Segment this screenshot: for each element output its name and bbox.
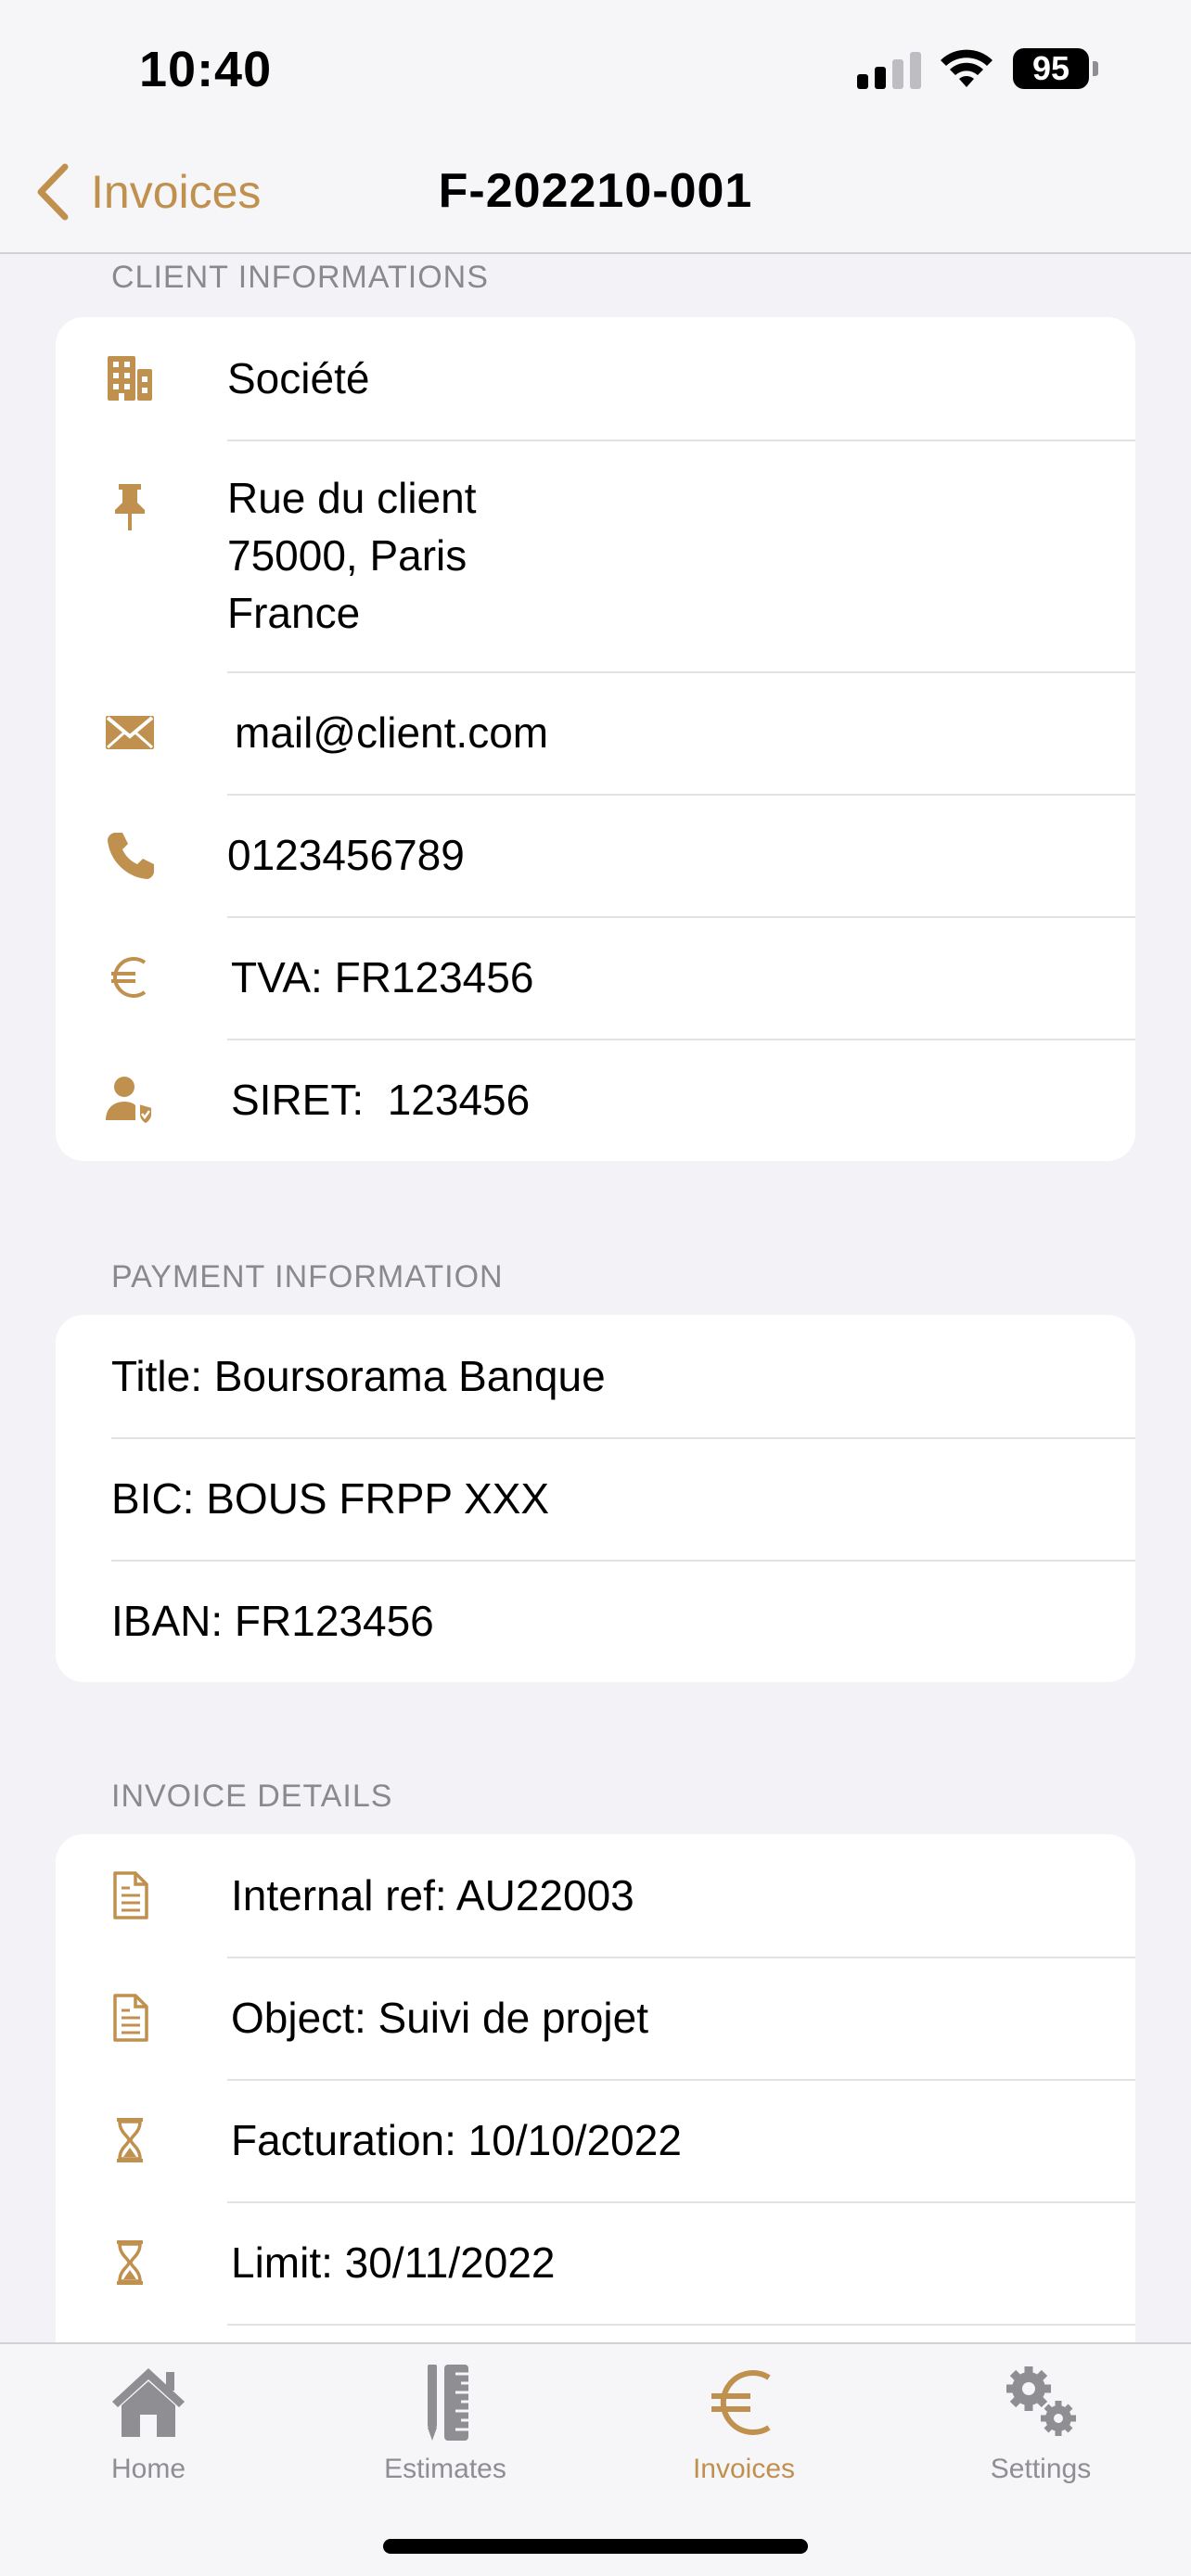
hourglass-icon [100, 2111, 160, 2170]
top-bar: 10:40 95 Invoices F-202210-001 [0, 0, 1191, 254]
tab-estimates[interactable]: Estimates [297, 2361, 594, 2485]
tab-settings-label: Settings [990, 2454, 1092, 2484]
house-icon [112, 2368, 185, 2437]
details-object: Object: Suivi de projet [231, 1994, 649, 2042]
document-icon [100, 1866, 160, 1925]
client-email-row[interactable]: mail@client.com [56, 671, 1135, 794]
payment-title: Title: Boursorama Banque [111, 1352, 606, 1400]
invoice-details-card: Internal ref: AU22003 Object: Suivi de p… [56, 1834, 1135, 2391]
document-icon [100, 1988, 160, 2047]
cellular-signal-icon [857, 46, 921, 89]
pin-icon [100, 477, 160, 536]
euro-icon [100, 948, 160, 1007]
battery-tip [1093, 61, 1098, 76]
details-facturation-row[interactable]: Facturation: 10/10/2022 [56, 2079, 1135, 2201]
tab-invoices[interactable]: Invoices [596, 2361, 892, 2485]
gears-icon [1006, 2366, 1076, 2436]
building-icon [100, 349, 160, 408]
details-facturation: Facturation: 10/10/2022 [231, 2116, 682, 2164]
payment-section-header: PAYMENT INFORMATION [111, 1259, 504, 1294]
ruler-pencil-icon [428, 2365, 468, 2441]
client-info-card: Société Rue du client 75000, Paris Franc… [56, 317, 1135, 1161]
phone-icon [100, 825, 160, 885]
client-phone: 0123456789 [227, 831, 465, 879]
payment-bic: BIC: BOUS FRPP XXX [111, 1474, 550, 1523]
client-siret-row[interactable]: SIRET: 123456 [56, 1039, 1135, 1161]
details-section-header: INVOICE DETAILS [111, 1779, 393, 1814]
client-company-row[interactable]: Société [56, 317, 1135, 440]
client-address-line2: 75000, Paris [227, 531, 467, 580]
client-address: Rue du client 75000, Paris France [227, 469, 477, 642]
euro-icon [711, 2370, 771, 2435]
details-limit: Limit: 30/11/2022 [231, 2238, 556, 2287]
tab-home[interactable]: Home [0, 2361, 297, 2485]
details-internal-ref: Internal ref: AU22003 [231, 1871, 634, 1919]
tab-invoices-label: Invoices [692, 2454, 796, 2484]
client-address-row[interactable]: Rue du client 75000, Paris France [56, 440, 1135, 671]
client-email: mail@client.com [235, 708, 549, 757]
battery-indicator: 95 [1013, 48, 1089, 89]
wifi-icon [941, 49, 992, 87]
client-address-line3: France [227, 589, 361, 637]
payment-iban-row[interactable]: IBAN: FR123456 [56, 1560, 1135, 1682]
client-phone-row[interactable]: 0123456789 [56, 794, 1135, 916]
client-address-line1: Rue du client [227, 474, 477, 522]
status-time: 10:40 [139, 42, 273, 97]
details-object-row[interactable]: Object: Suivi de projet [56, 1957, 1135, 2079]
details-limit-row[interactable]: Limit: 30/11/2022 [56, 2201, 1135, 2324]
payment-iban: IBAN: FR123456 [111, 1597, 434, 1645]
payment-title-row[interactable]: Title: Boursorama Banque [56, 1315, 1135, 1437]
home-indicator[interactable] [383, 2539, 808, 2554]
tab-estimates-label: Estimates [384, 2454, 506, 2484]
client-tva: TVA: FR123456 [231, 953, 534, 1001]
person-shield-icon [100, 1070, 160, 1129]
client-tva-row[interactable]: TVA: FR123456 [56, 916, 1135, 1039]
payment-info-card: Title: Boursorama Banque BIC: BOUS FRPP … [56, 1315, 1135, 1682]
envelope-icon [100, 703, 160, 762]
client-company: Société [227, 354, 370, 402]
payment-bic-row[interactable]: BIC: BOUS FRPP XXX [56, 1437, 1135, 1560]
tab-home-label: Home [110, 2454, 186, 2484]
client-section-header: CLIENT INFORMATIONS [111, 260, 489, 295]
tab-settings[interactable]: Settings [892, 2361, 1189, 2485]
details-internal-ref-row[interactable]: Internal ref: AU22003 [56, 1834, 1135, 1957]
client-siret: SIRET: 123456 [231, 1076, 531, 1124]
hourglass-icon [100, 2233, 160, 2292]
page-title: F-202210-001 [438, 164, 753, 218]
